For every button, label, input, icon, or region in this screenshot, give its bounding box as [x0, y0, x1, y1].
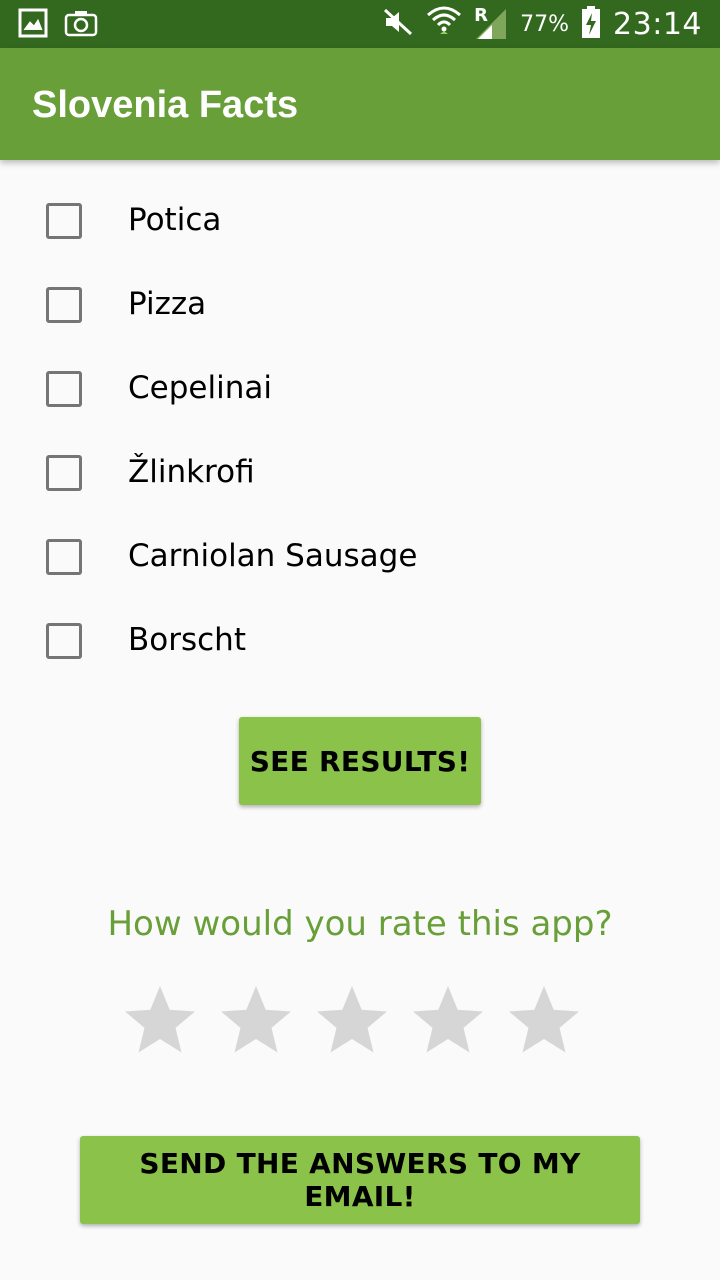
checkbox-box[interactable]	[46, 623, 82, 659]
food-checkbox-list: Potica Pizza Cepelinai Žlinkrofi Carniol…	[0, 180, 720, 684]
mute-icon	[382, 7, 414, 42]
status-bar-system: R 77% 23:14	[382, 0, 702, 48]
star-icon[interactable]	[120, 982, 200, 1062]
battery-charging-icon	[581, 5, 601, 44]
star-icon[interactable]	[216, 982, 296, 1062]
rating-question: How would you rate this app?	[107, 904, 613, 944]
checkbox-label[interactable]: Žlinkrofi	[128, 454, 255, 490]
send-email-button[interactable]: SEND THE ANSWERS TO MY EMAIL!	[80, 1136, 640, 1224]
status-bar: R 77% 23:14	[0, 0, 720, 48]
wifi-icon	[426, 5, 462, 44]
checkbox-borscht[interactable]: Borscht	[0, 600, 720, 684]
checkbox-box[interactable]	[46, 287, 82, 323]
checkbox-label[interactable]: Borscht	[128, 622, 246, 658]
signal-icon: R	[474, 5, 508, 41]
checkbox-carniolan-sausage[interactable]: Carniolan Sausage	[0, 516, 720, 600]
checkbox-box[interactable]	[46, 371, 82, 407]
checkbox-label[interactable]: Cepelinai	[128, 370, 272, 406]
battery-percent: 77%	[520, 11, 570, 37]
see-results-button[interactable]: SEE RESULTS!	[239, 717, 481, 805]
checkbox-box[interactable]	[46, 455, 82, 491]
checkbox-label[interactable]: Potica	[128, 202, 221, 238]
checkbox-potica[interactable]: Potica	[0, 180, 720, 264]
checkbox-label[interactable]: Pizza	[128, 286, 206, 322]
gallery-icon	[18, 8, 48, 43]
status-time: 23:14	[613, 6, 702, 42]
status-bar-notifications	[18, 8, 98, 43]
app-bar: Slovenia Facts	[0, 48, 720, 160]
camera-icon	[64, 8, 98, 43]
app-screen: R 77% 23:14 Slovenia Facts Potica Pizza …	[0, 0, 720, 1280]
checkbox-box[interactable]	[46, 539, 82, 575]
checkbox-zlinkrofi[interactable]: Žlinkrofi	[0, 432, 720, 516]
checkbox-box[interactable]	[46, 203, 82, 239]
star-icon[interactable]	[312, 982, 392, 1062]
star-icon[interactable]	[504, 982, 584, 1062]
checkbox-label[interactable]: Carniolan Sausage	[128, 538, 417, 574]
checkbox-pizza[interactable]: Pizza	[0, 264, 720, 348]
app-title: Slovenia Facts	[32, 84, 299, 126]
checkbox-cepelinai[interactable]: Cepelinai	[0, 348, 720, 432]
rating-bar[interactable]	[120, 982, 600, 1068]
star-icon[interactable]	[408, 982, 488, 1062]
